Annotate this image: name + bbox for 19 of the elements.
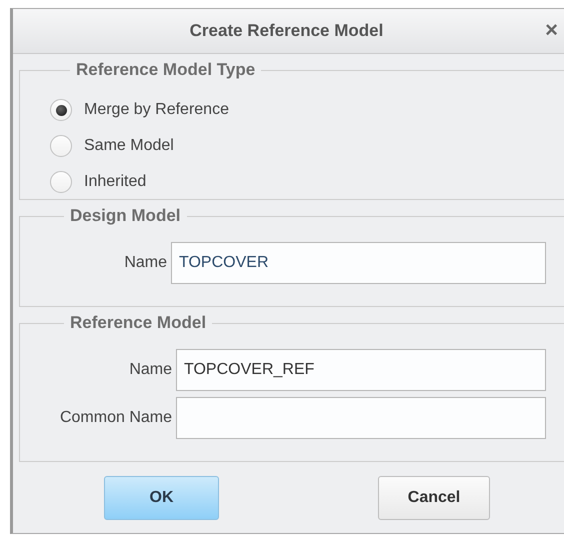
radio-label: Inherited bbox=[84, 173, 146, 191]
radio-button[interactable] bbox=[50, 171, 72, 193]
radio-label: Same Model bbox=[84, 137, 174, 155]
group-legend: Design Model bbox=[64, 206, 187, 226]
input-field[interactable]: TOPCOVER bbox=[171, 242, 546, 284]
input-field[interactable] bbox=[176, 397, 546, 439]
dialog-button[interactable]: Cancel bbox=[378, 476, 490, 520]
close-button[interactable]: × bbox=[541, 19, 562, 41]
window-title: Create Reference Model bbox=[190, 21, 384, 41]
field-label: Common Name bbox=[60, 409, 172, 427]
field-label: Name bbox=[129, 361, 172, 379]
field-label: Name bbox=[124, 254, 167, 272]
group-legend: Reference Model Type bbox=[70, 60, 262, 80]
radio-button[interactable] bbox=[50, 135, 72, 157]
group-legend: Reference Model bbox=[64, 313, 212, 333]
radio-label: Merge by Reference bbox=[84, 101, 229, 119]
dialog-button[interactable]: OK bbox=[104, 476, 219, 520]
radio-button[interactable] bbox=[50, 99, 72, 121]
input-field[interactable]: TOPCOVER_REF bbox=[176, 349, 546, 391]
